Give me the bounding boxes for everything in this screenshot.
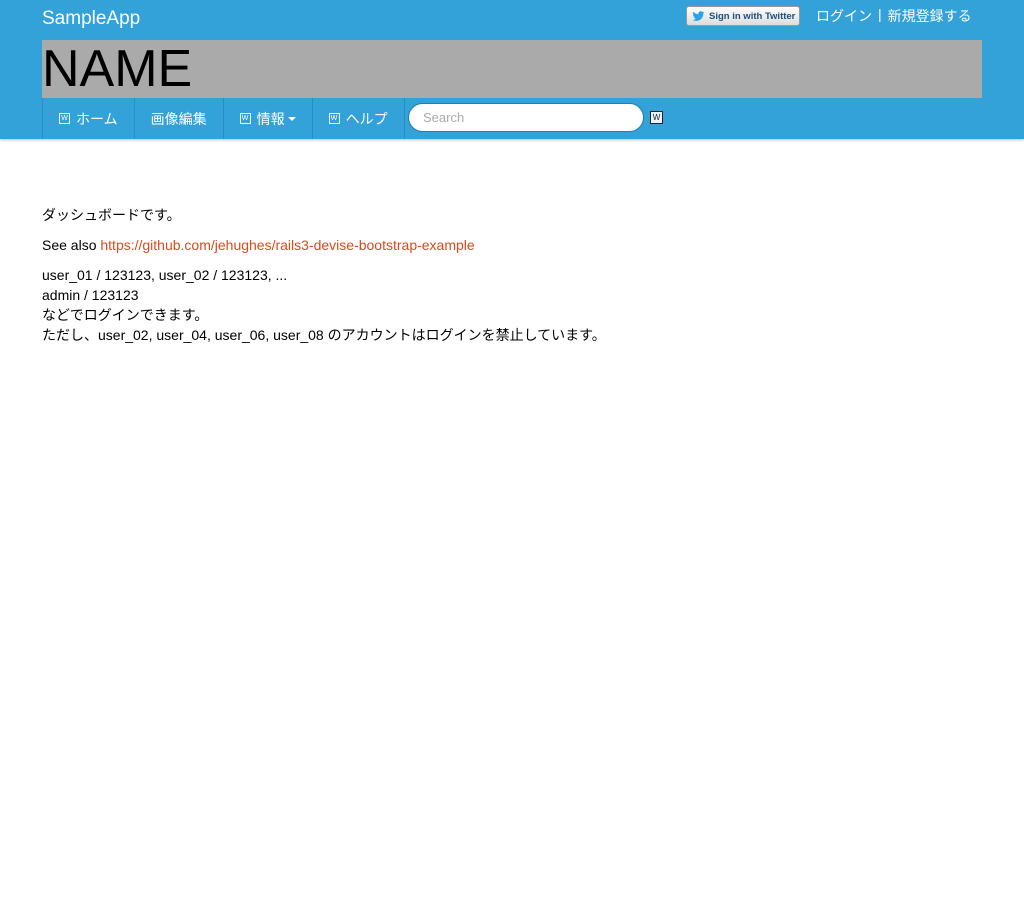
nav-item-info[interactable]: W 情報: [223, 98, 313, 139]
twitter-bird-icon: [692, 10, 705, 21]
name-banner: NAME: [42, 40, 982, 98]
brand-link[interactable]: SampleApp: [42, 8, 140, 30]
see-also-prefix: See also: [42, 237, 97, 253]
twitter-signin-button[interactable]: Sign in with Twitter: [686, 6, 800, 26]
search-form: W: [408, 103, 663, 132]
credentials-block: user_01 / 123123, user_02 / 123123, ... …: [42, 265, 606, 345]
nav-item-help[interactable]: W ヘルプ: [312, 98, 405, 139]
auth-separator: |: [878, 6, 882, 22]
nav-item-label: ホーム: [76, 110, 118, 127]
logo-icon: W: [328, 113, 340, 124]
nav-item-label: 画像編集: [150, 110, 207, 127]
signup-link[interactable]: 新規登録する: [888, 6, 972, 26]
dashboard-text: ダッシュボードです。: [42, 207, 181, 223]
credentials-line: などでログインできます。: [42, 307, 209, 323]
twitter-signin-label: Sign in with Twitter: [709, 10, 796, 22]
nav-item-label: ヘルプ: [345, 110, 388, 127]
main-content: ダッシュボードです。 See also https://github.com/j…: [42, 205, 606, 355]
github-link[interactable]: https://github.com/jehughes/rails3-devis…: [100, 237, 474, 253]
nav-item-image-edit[interactable]: 画像編集: [134, 98, 224, 139]
search-submit-icon[interactable]: W: [650, 111, 663, 124]
search-input[interactable]: [408, 103, 644, 132]
banner-name: NAME: [42, 40, 193, 98]
credentials-line: user_01 / 123123, user_02 / 123123, ...: [42, 267, 288, 283]
top-header: SampleApp Sign in with Twitter ログイン | 新規…: [0, 0, 1024, 139]
credentials-line: admin / 123123: [42, 287, 139, 303]
logo-icon: W: [239, 113, 251, 124]
login-link[interactable]: ログイン: [816, 6, 872, 26]
nav-item-home[interactable]: W ホーム: [42, 98, 135, 139]
main-nav: W ホーム 画像編集 W 情報 W ヘルプ: [42, 98, 405, 139]
logo-icon: W: [59, 113, 70, 124]
caret-down-icon: [287, 116, 296, 121]
nav-item-label: 情報: [256, 110, 285, 127]
credentials-line: ただし、user_02, user_04, user_06, user_08 の…: [42, 327, 606, 343]
see-also-line: See also https://github.com/jehughes/rai…: [42, 235, 606, 255]
auth-links: ログイン | 新規登録する: [816, 6, 972, 26]
